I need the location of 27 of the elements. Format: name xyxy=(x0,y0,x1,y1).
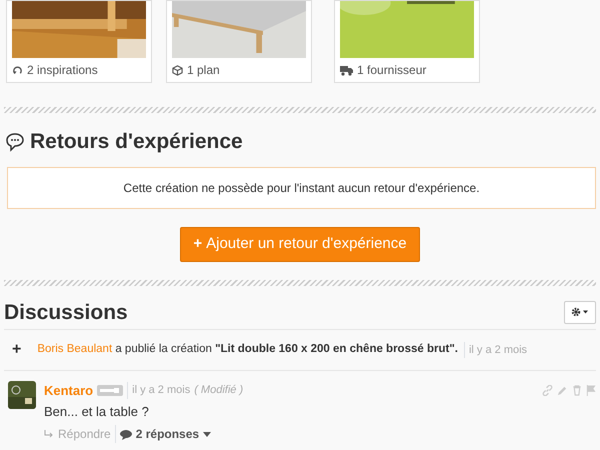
pencil-icon[interactable] xyxy=(557,385,568,396)
undo-arrow-icon xyxy=(12,64,23,76)
timestamp: il y a 2 mois xyxy=(127,382,190,399)
flag-icon[interactable] xyxy=(586,385,596,396)
timestamp: il y a 2 mois xyxy=(464,342,528,358)
avatar[interactable] xyxy=(8,380,36,409)
truck-icon xyxy=(340,64,353,76)
edited-label: ( Modifié ) xyxy=(194,383,244,398)
plus-icon: + xyxy=(12,338,22,362)
resource-link[interactable]: 1 fournisseur xyxy=(357,61,426,79)
speech-bubble-icon xyxy=(120,430,132,440)
section-title: Retours d'expérience xyxy=(30,129,243,154)
empty-notice: Cette création ne possède pour l'instant aucun retour d'expérience. xyxy=(7,167,596,210)
caret-icon xyxy=(203,432,212,438)
link-icon[interactable] xyxy=(542,385,553,396)
section-title: Discussions xyxy=(4,300,128,325)
comment-text: Ben... et la table ? xyxy=(44,403,150,422)
reply-arrow-icon xyxy=(44,430,54,440)
trash-icon[interactable] xyxy=(572,385,582,396)
saw-badge-icon xyxy=(97,385,124,396)
resource-link[interactable]: 2 inspirations xyxy=(27,61,98,79)
cube-icon xyxy=(172,64,183,76)
settings-button[interactable] xyxy=(564,301,596,324)
chat-bubbles-icon xyxy=(4,132,26,152)
replies-toggle[interactable]: 2 réponses xyxy=(114,424,212,443)
activity-text: Boris Beaulant a publié la création "Lit double 160 x 200 en chêne brossé brut". xyxy=(37,342,458,358)
resource-link[interactable]: 1 plan xyxy=(187,61,220,79)
